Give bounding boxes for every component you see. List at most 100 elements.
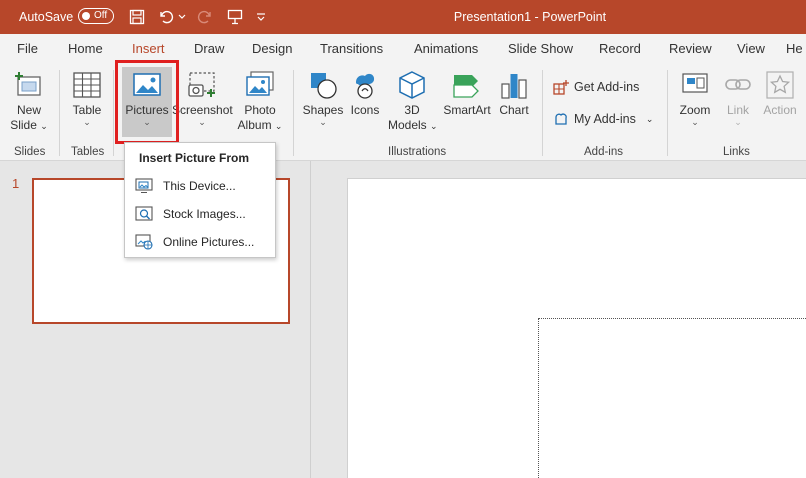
tab-insert[interactable]: Insert: [132, 41, 165, 56]
my-addins-icon: [555, 113, 567, 125]
autosave-label: AutoSave: [19, 10, 74, 24]
group-label-tables: Tables: [71, 146, 105, 158]
icons-icon: [356, 73, 375, 99]
tab-help[interactable]: He: [786, 41, 803, 56]
autosave-toggle[interactable]: Off: [78, 8, 114, 24]
group-label-addins: Add-ins: [584, 146, 623, 158]
my-addins-button[interactable]: My Add-ins ⌄: [553, 111, 653, 127]
tab-animations[interactable]: Animations: [414, 41, 478, 56]
tab-review[interactable]: Review: [669, 41, 712, 56]
new-slide-icon: [15, 72, 41, 96]
group-label-links: Links: [723, 146, 750, 158]
group-separator: [542, 70, 543, 156]
new-slide-label-1: New: [16, 103, 41, 117]
photo-album-icon: [246, 71, 274, 96]
menu-item-online-pictures[interactable]: Online Pictures...: [135, 231, 273, 253]
zoom-label: Zoom: [679, 103, 711, 117]
action-star-icon: [766, 71, 794, 99]
shapes-icon: [311, 73, 337, 99]
slide-number: 1: [12, 176, 20, 191]
screenshot-button[interactable]: Screenshot ⌄: [172, 70, 233, 127]
insert-picture-from-menu: Insert Picture From This Device... Stock…: [124, 142, 276, 258]
3d-models-label-1: 3D: [404, 103, 420, 117]
chart-label: Chart: [499, 103, 529, 117]
get-addins-label: Get Add-ins: [574, 80, 640, 94]
undo-icon[interactable]: [156, 0, 176, 34]
zoom-button[interactable]: Zoom ⌄: [674, 70, 716, 127]
group-separator: [667, 70, 668, 156]
link-icon: [725, 79, 751, 90]
this-device-icon: [135, 178, 153, 193]
pictures-highlight-box: [115, 60, 179, 144]
menu-item-stock-images[interactable]: Stock Images...: [135, 203, 273, 225]
toggle-knob: [82, 11, 90, 20]
menu-item-label: Online Pictures...: [163, 235, 255, 249]
screenshot-label: Screenshot: [172, 103, 233, 117]
group-label-illustrations: Illustrations: [388, 146, 447, 158]
my-addins-label: My Add-ins: [574, 112, 636, 126]
redo-icon: [194, 0, 216, 34]
tab-design[interactable]: Design: [252, 41, 292, 56]
tab-file[interactable]: File: [17, 41, 38, 56]
smartart-label: SmartArt: [443, 103, 491, 117]
pane-divider[interactable]: [310, 161, 311, 478]
chevron-down-icon: ⌄: [645, 113, 654, 124]
chevron-down-icon: ⌄: [734, 117, 742, 127]
tab-transitions[interactable]: Transitions: [320, 41, 383, 56]
window-title: Presentation1 - PowerPoint: [453, 10, 607, 24]
menu-title: Insert Picture From: [139, 151, 250, 165]
title-bar: AutoSave Off Presentation1 - PowerPoint: [0, 0, 806, 34]
tab-home[interactable]: Home: [68, 41, 103, 56]
shapes-label: Shapes: [302, 103, 344, 117]
tab-draw[interactable]: Draw: [194, 41, 224, 56]
new-slide-label-2: Slide ⌄: [10, 118, 48, 132]
screenshot-icon: [188, 72, 215, 97]
table-label: Table: [72, 103, 102, 117]
photo-album-label-1: Photo: [244, 103, 276, 117]
content-placeholder[interactable]: [538, 318, 806, 478]
tab-slide-show[interactable]: Slide Show: [508, 41, 573, 56]
get-addins-button[interactable]: Get Add-ins: [553, 79, 639, 95]
3d-models-button[interactable]: 3D Models ⌄: [388, 70, 438, 134]
table-icon: [73, 72, 101, 98]
link-label: Link: [726, 103, 749, 117]
customize-qat-icon[interactable]: [254, 0, 268, 34]
icons-label: Icons: [350, 103, 380, 117]
icons-button[interactable]: Icons: [346, 70, 384, 118]
table-button[interactable]: Table ⌄: [66, 70, 108, 127]
link-button[interactable]: Link ⌄: [720, 70, 756, 127]
menu-item-label: This Device...: [163, 179, 236, 193]
photo-album-button[interactable]: Photo Album ⌄: [235, 70, 285, 134]
online-pictures-icon: [135, 234, 153, 250]
chart-button[interactable]: Chart: [496, 70, 532, 118]
menu-item-this-device[interactable]: This Device...: [135, 175, 273, 197]
stock-images-icon: [135, 206, 153, 221]
smartart-button[interactable]: SmartArt: [440, 70, 494, 118]
tab-record[interactable]: Record: [599, 41, 641, 56]
smartart-icon: [453, 75, 479, 98]
photo-album-label-2: Album ⌄: [237, 118, 283, 132]
group-separator: [59, 70, 60, 156]
group-separator: [293, 70, 294, 156]
shapes-button[interactable]: Shapes ⌄: [300, 70, 346, 127]
action-label: Action: [763, 103, 797, 117]
chevron-down-icon: ⌄: [83, 117, 91, 127]
present-icon[interactable]: [224, 0, 246, 34]
menu-item-label: Stock Images...: [163, 207, 246, 221]
toggle-state-label: Off: [94, 10, 108, 21]
undo-dropdown-chevron-icon[interactable]: [176, 0, 188, 34]
chevron-down-icon: ⌄: [691, 117, 699, 127]
cube-icon: [399, 71, 425, 99]
action-button[interactable]: Action: [760, 70, 800, 118]
3d-models-label-2: Models ⌄: [388, 118, 438, 132]
chevron-down-icon: ⌄: [319, 117, 327, 127]
chart-icon: [501, 74, 527, 99]
group-separator: [113, 70, 114, 156]
zoom-icon: [682, 73, 708, 93]
new-slide-button[interactable]: New Slide ⌄: [6, 70, 52, 134]
save-icon[interactable]: [126, 0, 148, 34]
chevron-down-icon: ⌄: [198, 117, 206, 127]
get-addins-icon: [553, 80, 569, 95]
tab-view[interactable]: View: [737, 41, 765, 56]
group-label-slides: Slides: [14, 146, 46, 158]
